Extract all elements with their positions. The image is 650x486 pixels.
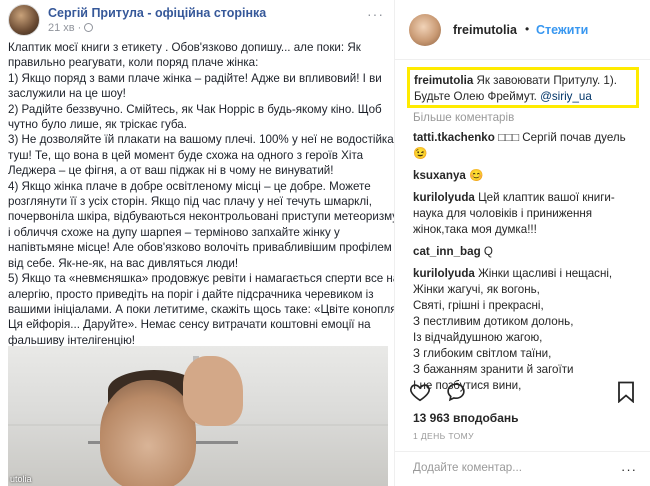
ig-avatar[interactable] <box>409 14 441 46</box>
comment-text: 😊 <box>469 169 484 182</box>
post-text-line: туш! Те, що вона в цей момент буде схожа… <box>8 148 364 162</box>
post-text-line: 1) Якщо поряд з вами плаче жінка – радій… <box>8 71 382 85</box>
comment-input[interactable] <box>413 461 613 474</box>
comment-username[interactable]: tatti.tkachenko <box>413 131 495 144</box>
comment-item: ksuxanya 😊 <box>413 168 645 184</box>
comment-text: Жінки щасливі і нещасні, <box>478 267 613 280</box>
comment-text: З пестливим дотиком долонь, <box>413 315 574 328</box>
comment-text: жінок,така моя думка!!! <box>413 223 537 236</box>
comment-text: З глибоким світлом таїни, <box>413 347 552 360</box>
post-text-line: алергію, просто приведіть на поріг і дай… <box>8 287 374 301</box>
ig-username[interactable]: freimutolia <box>453 23 517 37</box>
follow-button[interactable]: Стежити <box>536 23 588 37</box>
post-header: Сергій Притула - офіційна сторінка 21 хв… <box>8 2 266 38</box>
post-text-line: почервоніла шкіра, відбуваються неконтро… <box>8 210 394 224</box>
comment-username[interactable]: kurilolyuda <box>413 267 475 280</box>
post-text-line: і обличчя схоже на дупу шарпея – терміно… <box>8 225 340 239</box>
globe-icon <box>84 23 94 32</box>
comment-username[interactable]: ksuxanya <box>413 169 466 182</box>
post-time: 21 хв · <box>48 21 266 35</box>
caption-mention[interactable]: @siriy_ua <box>540 90 592 103</box>
likes-count[interactable]: 13 963 вподобань <box>413 411 519 425</box>
post-text-line: заслужили на це шоу! <box>8 87 126 101</box>
caption-username[interactable]: freimutolia <box>414 74 473 87</box>
comment-icon[interactable] <box>445 381 467 403</box>
post-date[interactable]: 1 ДЕНЬ ТОМУ <box>413 431 474 441</box>
page-name-link[interactable]: Сергій Притула - офіційна сторінка <box>48 6 266 21</box>
comment-item: tatti.tkachenko □□□ Сергій почав дуель 😉 <box>413 130 645 162</box>
comment-text: Q <box>483 245 493 258</box>
comment-username[interactable]: cat_inn_bag <box>413 245 481 258</box>
ig-header: freimutolia • Стежити <box>395 0 650 60</box>
bookmark-icon[interactable] <box>616 381 636 403</box>
post-text-line: 5) Якщо та «невмєняшка» продовжує ревіти… <box>8 272 394 286</box>
instagram-panel: freimutolia • Стежити freimutolia Як зав… <box>394 0 650 486</box>
more-dots-icon[interactable]: ··· <box>621 462 637 477</box>
comment-text: З бажанням зранити й загоїти <box>413 363 574 376</box>
more-dots-icon[interactable]: ··· <box>367 6 384 22</box>
post-text-line: 2) Радійте беззвучно. Смійтесь, як Чак Н… <box>8 102 382 116</box>
post-text-line: Леджера – це фігня, а от ваш піджак ні в… <box>8 164 334 178</box>
photo-hand <box>183 356 243 426</box>
comment-text: 😉 <box>413 147 428 160</box>
comment-item: kurilolyuda Цей клаптик вашої книги-наук… <box>413 190 645 238</box>
header-separator: • <box>525 22 530 36</box>
comment-text: Святі, грішні і прекрасні, <box>413 299 544 312</box>
load-more-comments[interactable]: Більше коментарів <box>413 111 514 124</box>
post-text-line: Клаптик моєї книги з етикету . Обов'язко… <box>8 41 361 54</box>
comment-text: наука для чоловіків і приниження <box>413 207 593 220</box>
comments-list: tatti.tkachenko □□□ Сергій почав дуель 😉 k… <box>413 130 645 400</box>
facebook-post: Сергій Притула - офіційна сторінка 21 хв… <box>0 0 394 486</box>
comment-text: □□□ Сергій почав дуель <box>498 131 626 144</box>
post-text-line: правильно реагувати, коли поряд плаче жі… <box>8 56 259 70</box>
comment-text: Із відчайдушною жагою, <box>413 331 543 344</box>
post-text-line: Ця ейфорія... Даруйте». Немає сенсу витр… <box>8 318 371 332</box>
post-text-line: напівтьмяне місце! Але обов'язково волоч… <box>8 241 392 255</box>
photo-watermark: utolia <box>10 474 32 484</box>
comment-username[interactable]: kurilolyuda <box>413 191 475 204</box>
post-text-line: розглянути її з усіх сторін. Якщо під ча… <box>8 195 372 209</box>
add-comment-bar: ··· <box>395 451 650 486</box>
post-text-line: 3) Не дозволяйте їй плакати на вашому пл… <box>8 133 394 147</box>
post-text-line: від себе. Як-не-як, на вас дивляться люд… <box>8 256 239 270</box>
photo-head <box>100 380 196 486</box>
post-photo[interactable]: utolia <box>8 346 388 486</box>
comment-text: Жінки жагучі, як вогонь, <box>413 283 540 296</box>
post-text-line: вашими ініціалами. А поки летитиме, скаж… <box>8 302 394 316</box>
comment-text: Цей клаптик вашої книги- <box>478 191 615 204</box>
post-timestamp[interactable]: 21 хв <box>48 21 75 35</box>
post-meta: Сергій Притула - офіційна сторінка 21 хв… <box>48 6 266 35</box>
caption-highlight: freimutolia Як завоювати Притулу. 1). Бу… <box>407 67 639 108</box>
action-bar <box>409 380 481 404</box>
post-text: Клаптик моєї книги з етикету . Обов'язко… <box>8 40 394 348</box>
post-text-line: чутно було лише, як тріскає губа. <box>8 118 187 132</box>
page-avatar[interactable] <box>8 4 40 36</box>
separator-dot: · <box>77 21 82 34</box>
heart-icon[interactable] <box>409 381 431 403</box>
comment-item: cat_inn_bag Q <box>413 244 645 260</box>
post-text-line: 4) Якщо жінка плаче в добре освітленому … <box>8 179 371 193</box>
comment-item: kurilolyuda Жінки щасливі і нещасні, Жінк… <box>413 266 645 394</box>
